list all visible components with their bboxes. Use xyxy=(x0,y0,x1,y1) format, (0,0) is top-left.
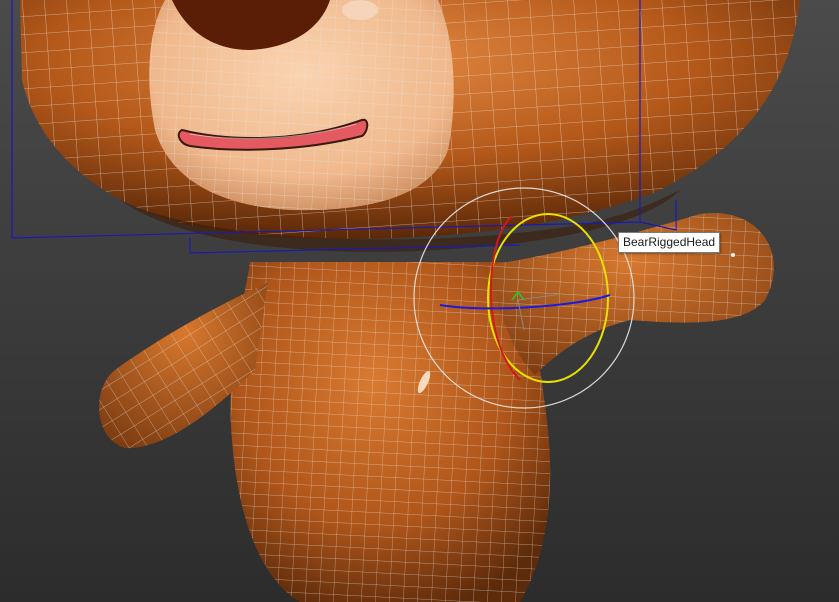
viewport-scene[interactable] xyxy=(0,0,839,602)
3d-viewport[interactable]: BearRiggedHead xyxy=(0,0,839,602)
object-name-tooltip: BearRiggedHead xyxy=(618,232,721,253)
